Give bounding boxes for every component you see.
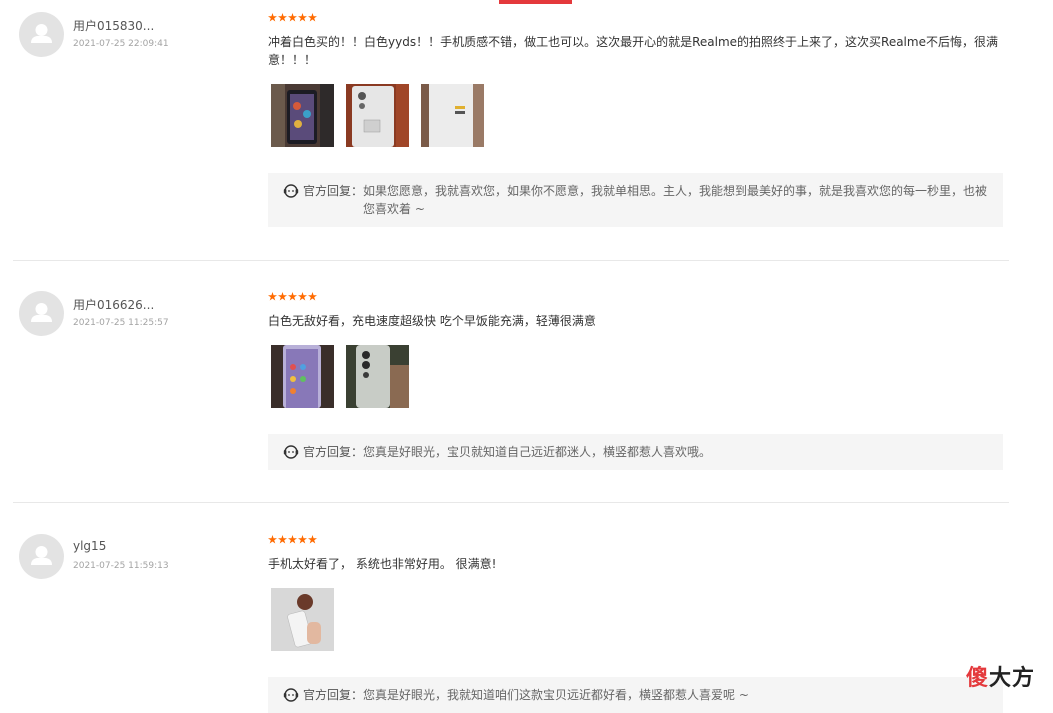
customer-service-icon (283, 688, 299, 702)
star-icon (268, 535, 277, 544)
user-name: 用户015830... (73, 19, 155, 33)
star-icon (268, 292, 277, 301)
review-photo-thumbnail[interactable] (271, 588, 334, 651)
divider (13, 260, 1009, 261)
reply-label: 官方回复： (303, 184, 364, 198)
avatar[interactable] (19, 12, 64, 57)
star-rating (268, 535, 317, 545)
star-icon (308, 13, 317, 22)
customer-service-icon (283, 184, 299, 198)
reply-text: 如果您愿意，我就喜欢您，如果你不愿意，我就单相思。主人，我能想到最美好的事，就是… (363, 184, 988, 216)
review-content: 白色无敌好看，充电速度超级快 吃个早饭能充满，轻薄很满意 (268, 314, 596, 328)
user-name: 用户016626... (73, 298, 155, 312)
star-icon (288, 535, 297, 544)
user-placeholder-icon (31, 546, 52, 565)
star-icon (288, 292, 297, 301)
reply-text: 您真是好眼光，宝贝就知道自己远近都迷人，横竖都惹人喜欢哦。 (363, 445, 712, 459)
star-icon (298, 535, 307, 544)
star-icon (278, 292, 287, 301)
star-icon (278, 13, 287, 22)
review-photos (271, 345, 409, 408)
reply-label: 官方回复： (303, 688, 364, 702)
official-reply: 官方回复： 如果您愿意，我就喜欢您，如果你不愿意，我就单相思。主人，我能想到最美… (268, 173, 1003, 227)
active-tab-indicator (499, 0, 572, 4)
star-icon (268, 13, 277, 22)
review-photo-thumbnail[interactable] (346, 345, 409, 408)
star-icon (308, 535, 317, 544)
user-placeholder-icon (31, 24, 52, 43)
watermark-text: 大方 (988, 666, 1035, 691)
review-photo-thumbnail[interactable] (271, 84, 334, 147)
review-photos (271, 84, 484, 147)
review-photo-thumbnail[interactable] (271, 345, 334, 408)
star-icon (278, 535, 287, 544)
reply-label: 官方回复： (303, 445, 364, 459)
star-icon (298, 292, 307, 301)
user-name: ylg15 (73, 539, 107, 553)
star-icon (288, 13, 297, 22)
star-icon (298, 13, 307, 22)
review-date: 2021-07-25 11:59:13 (73, 561, 169, 571)
review-photo-thumbnail[interactable] (421, 84, 484, 147)
watermark-accent: 傻 (965, 666, 989, 691)
official-reply: 官方回复： 您真是好眼光，宝贝就知道自己远近都迷人，横竖都惹人喜欢哦。 (268, 434, 1003, 470)
review-date: 2021-07-25 11:25:57 (73, 318, 169, 328)
watermark: 傻大方 (966, 660, 1035, 692)
customer-service-icon (283, 445, 299, 459)
review-photos (271, 588, 334, 651)
review-content: 冲着白色买的！！白色yyds！！手机质感不错，做工也可以。这次最开心的就是Rea… (268, 35, 998, 67)
divider (13, 502, 1009, 503)
star-rating (268, 13, 317, 23)
star-rating (268, 292, 317, 302)
star-icon (308, 292, 317, 301)
avatar[interactable] (19, 291, 64, 336)
review-date: 2021-07-25 22:09:41 (73, 39, 169, 49)
avatar[interactable] (19, 534, 64, 579)
official-reply: 官方回复： 您真是好眼光，我就知道咱们这款宝贝远近都好看，横竖都惹人喜爱呢 ~ (268, 677, 1003, 713)
review-content: 手机太好看了， 系统也非常好用。 很满意! (268, 557, 497, 571)
review-photo-thumbnail[interactable] (346, 84, 409, 147)
user-placeholder-icon (31, 303, 52, 322)
reply-text: 您真是好眼光，我就知道咱们这款宝贝远近都好看，横竖都惹人喜爱呢 ~ (363, 688, 749, 702)
